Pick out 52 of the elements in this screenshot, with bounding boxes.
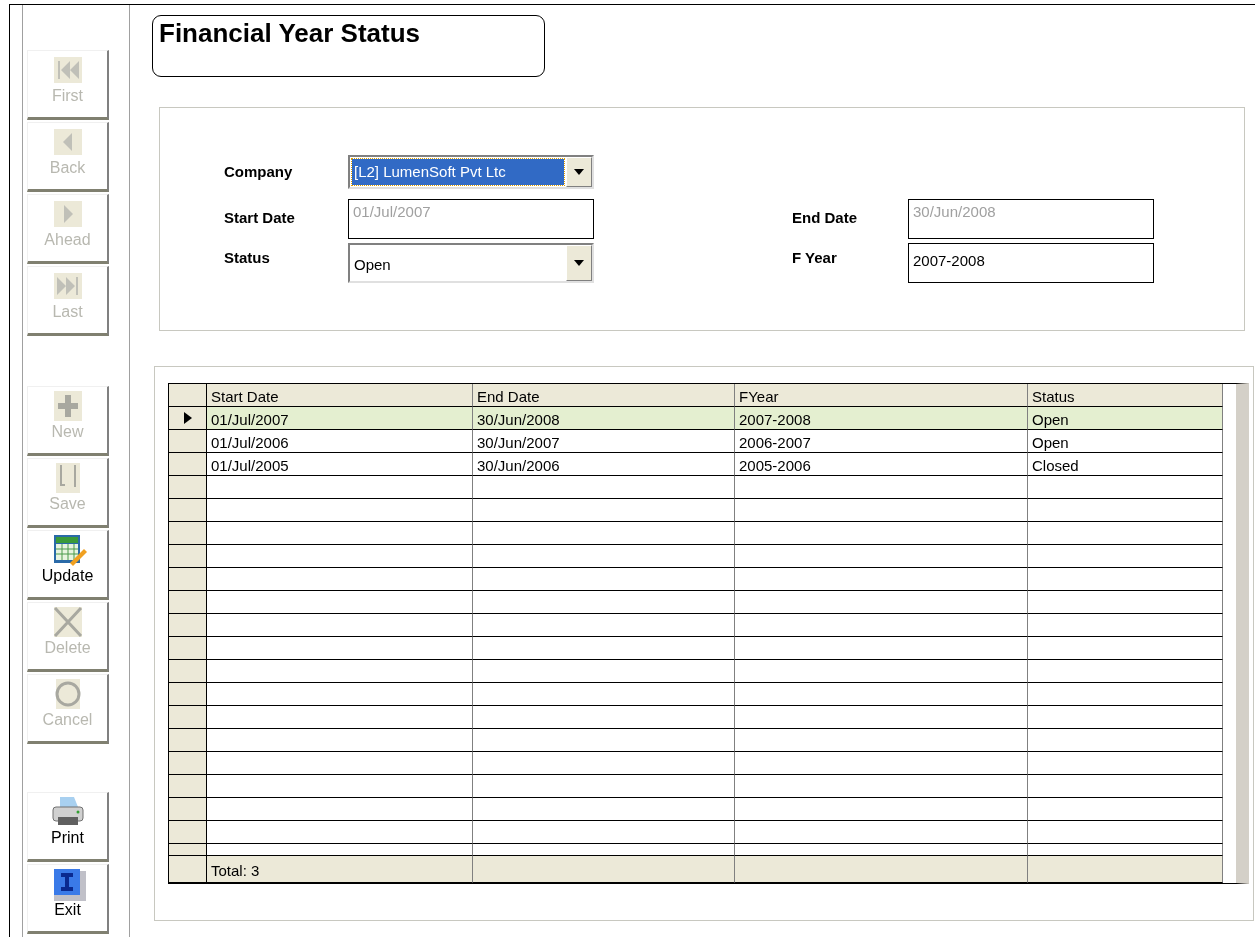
row-header[interactable]: [169, 499, 207, 522]
current-row-icon: [183, 412, 192, 424]
table-cell: 01/Jul/2006: [207, 430, 473, 453]
row-header[interactable]: [169, 614, 207, 637]
table-cell: 01/Jul/2005: [207, 453, 473, 476]
row-header[interactable]: [169, 660, 207, 683]
dropdown-arrow-icon: [574, 260, 584, 266]
table-cell: 2007-2008: [735, 407, 1028, 430]
row-header[interactable]: [169, 568, 207, 591]
table-cell: Closed: [1028, 453, 1223, 476]
row-header[interactable]: [169, 430, 207, 453]
row-header[interactable]: [169, 729, 207, 752]
column-header[interactable]: End Date: [473, 384, 735, 407]
column-header[interactable]: Status: [1028, 384, 1223, 407]
table-cell: 2006-2007: [735, 430, 1028, 453]
field-label: Start Date: [224, 208, 296, 226]
table-cell: 30/Jun/2007: [473, 430, 735, 453]
status-dropdown[interactable]: Open: [348, 243, 594, 283]
row-header[interactable]: [169, 522, 207, 545]
row-header[interactable]: [169, 821, 207, 844]
table-cell: Open: [1028, 430, 1223, 453]
toolbar-button[interactable]: Update: [27, 530, 109, 600]
row-header[interactable]: [169, 545, 207, 568]
f-year-field[interactable]: 2007-2008: [908, 243, 1154, 283]
row-header[interactable]: [169, 591, 207, 614]
company-dropdown[interactable]: [L2] LumenSoft Pvt Ltc: [348, 155, 594, 189]
toolbar-button[interactable]: Print: [27, 792, 109, 862]
field-label: Status: [224, 248, 271, 266]
row-header[interactable]: [169, 844, 207, 856]
field-label: End Date: [792, 208, 858, 226]
column-header[interactable]: Start Date: [207, 384, 473, 407]
page-title: Financial Year Status: [152, 15, 545, 77]
field-label: F Year: [792, 248, 838, 266]
table-cell: Open: [1028, 407, 1223, 430]
dropdown-arrow-icon: [574, 169, 584, 175]
row-header[interactable]: [169, 798, 207, 821]
toolbar-button[interactable]: Exit: [27, 864, 109, 934]
table-cell: 01/Jul/2007: [207, 407, 473, 430]
row-header[interactable]: [169, 706, 207, 729]
table-cell: 30/Jun/2006: [473, 453, 735, 476]
row-header[interactable]: [169, 683, 207, 706]
row-header[interactable]: [169, 453, 207, 476]
row-header[interactable]: [169, 476, 207, 499]
row-header[interactable]: [169, 752, 207, 775]
field-label: Company: [224, 162, 294, 180]
total-count: Total: 3: [207, 856, 473, 883]
row-header[interactable]: [169, 407, 207, 430]
row-header[interactable]: [169, 637, 207, 660]
table-cell: 2005-2006: [735, 453, 1028, 476]
column-header[interactable]: FYear: [735, 384, 1028, 407]
row-header[interactable]: [169, 775, 207, 798]
table-cell: 30/Jun/2008: [473, 407, 735, 430]
